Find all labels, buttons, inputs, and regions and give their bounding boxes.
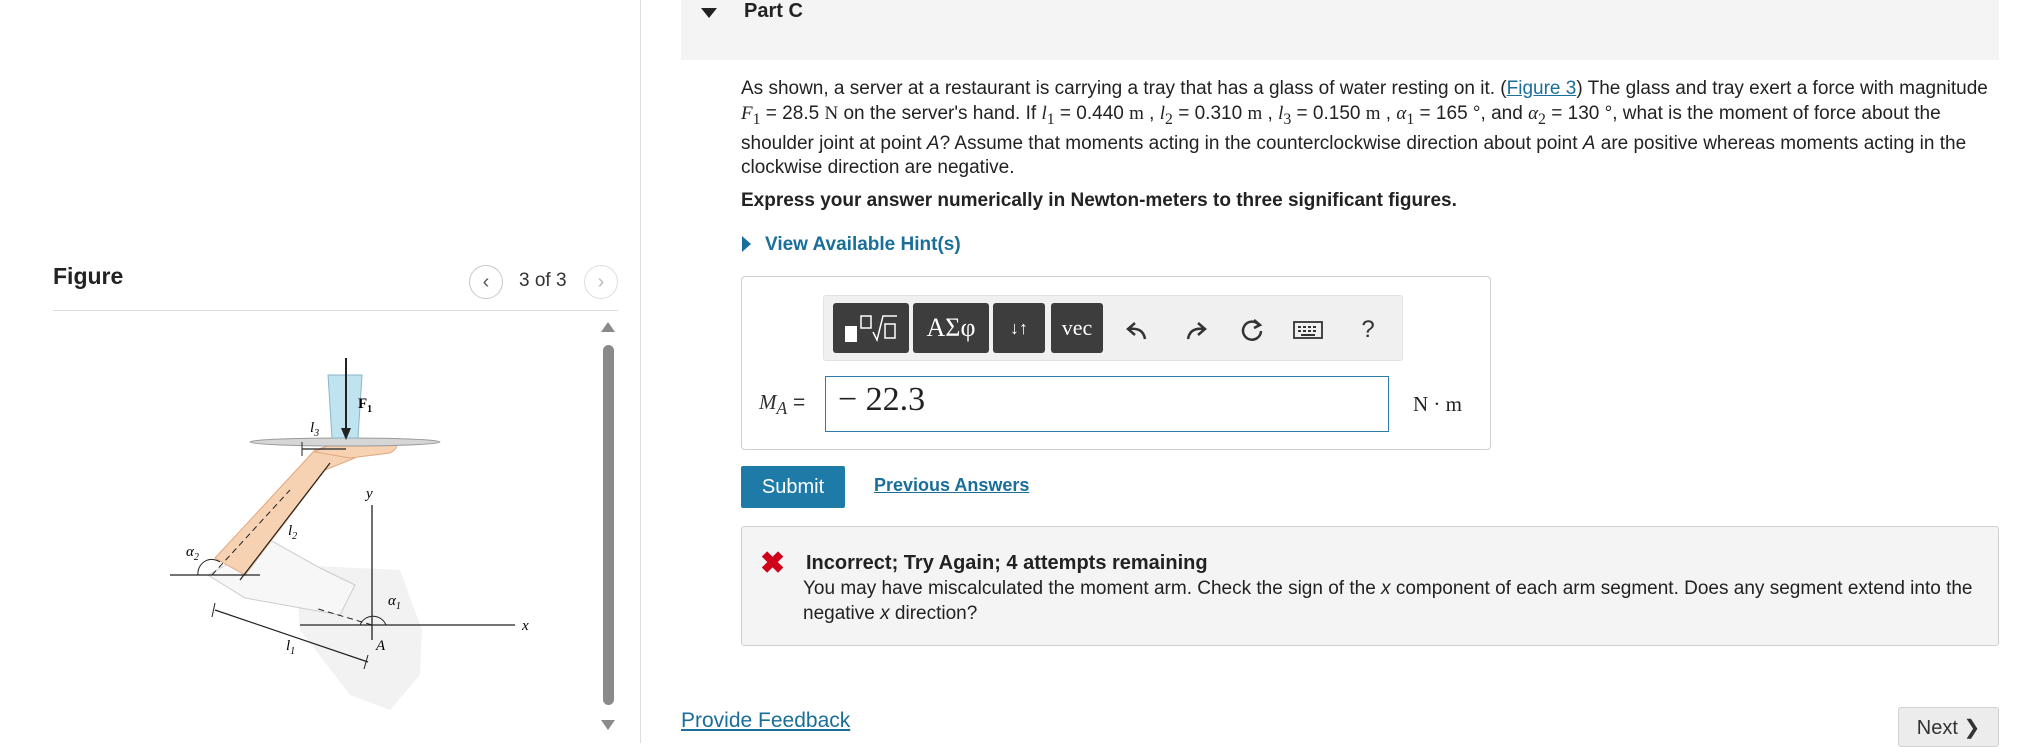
label-point-a: A xyxy=(375,638,386,654)
question-text: As shown, a server at a restaurant is ca… xyxy=(741,78,1988,179)
undo-icon[interactable] xyxy=(1121,313,1155,347)
figure-divider xyxy=(53,310,618,311)
tray-shape xyxy=(249,437,441,447)
answer-value: − 22.3 xyxy=(838,381,926,418)
previous-answers-link[interactable]: Previous Answers xyxy=(874,475,1029,496)
x-icon: ✖ xyxy=(760,547,786,580)
keyboard-icon[interactable] xyxy=(1291,313,1325,347)
chevron-left-icon: ‹ xyxy=(482,270,490,293)
collapse-caret-icon[interactable] xyxy=(701,8,717,18)
instruction-text: Express your answer numerically in Newto… xyxy=(741,190,1457,211)
figure-image: F1 l3 y x α1 A α2 l2 l1 xyxy=(170,358,529,710)
label-l2: l2 xyxy=(288,523,297,542)
part-title: Part C xyxy=(744,0,803,22)
scroll-down-arrow[interactable] xyxy=(601,720,615,730)
subscript-superscript-button[interactable]: ↓↑ xyxy=(993,303,1045,353)
next-figure-button[interactable]: › xyxy=(584,265,618,299)
chevron-right-icon: › xyxy=(597,270,605,293)
unit-label: N · m xyxy=(1413,392,1462,416)
label-alpha2: α2 xyxy=(186,544,199,563)
panel-divider xyxy=(640,0,641,743)
previous-figure-button[interactable]: ‹ xyxy=(469,265,503,299)
label-l3: l3 xyxy=(310,420,319,439)
feedback-text: You may have miscalculated the moment ar… xyxy=(803,578,1973,624)
view-hints-link[interactable]: View Available Hint(s) xyxy=(765,234,961,256)
hint-expand-icon[interactable] xyxy=(742,236,751,252)
figure-heading: Figure xyxy=(53,263,124,289)
label-x: x xyxy=(521,618,529,634)
feedback-title: Incorrect; Try Again; 4 attempts remaini… xyxy=(806,552,1208,574)
figure-scrollbar-thumb[interactable] xyxy=(603,345,614,705)
templates-button[interactable] xyxy=(833,303,909,353)
templates-icon xyxy=(845,315,897,343)
label-l1: l1 xyxy=(286,638,295,657)
submit-button[interactable]: Submit xyxy=(741,466,845,508)
redo-icon[interactable] xyxy=(1178,313,1212,347)
next-button[interactable]: Next ❯ xyxy=(1898,707,1999,747)
scroll-up-arrow[interactable] xyxy=(601,322,615,332)
provide-feedback-link[interactable]: Provide Feedback xyxy=(681,709,850,733)
help-button[interactable]: ? xyxy=(1351,313,1385,347)
figure-counter: 3 of 3 xyxy=(519,270,567,291)
figure-3-link[interactable]: Figure 3 xyxy=(1507,78,1577,99)
answer-label: MA = xyxy=(759,390,806,419)
part-header[interactable] xyxy=(681,0,1999,60)
vector-button[interactable]: vec xyxy=(1051,303,1103,353)
label-y: y xyxy=(364,486,373,502)
reset-icon[interactable] xyxy=(1235,313,1269,347)
symbols-button[interactable]: ΑΣφ xyxy=(913,303,989,353)
